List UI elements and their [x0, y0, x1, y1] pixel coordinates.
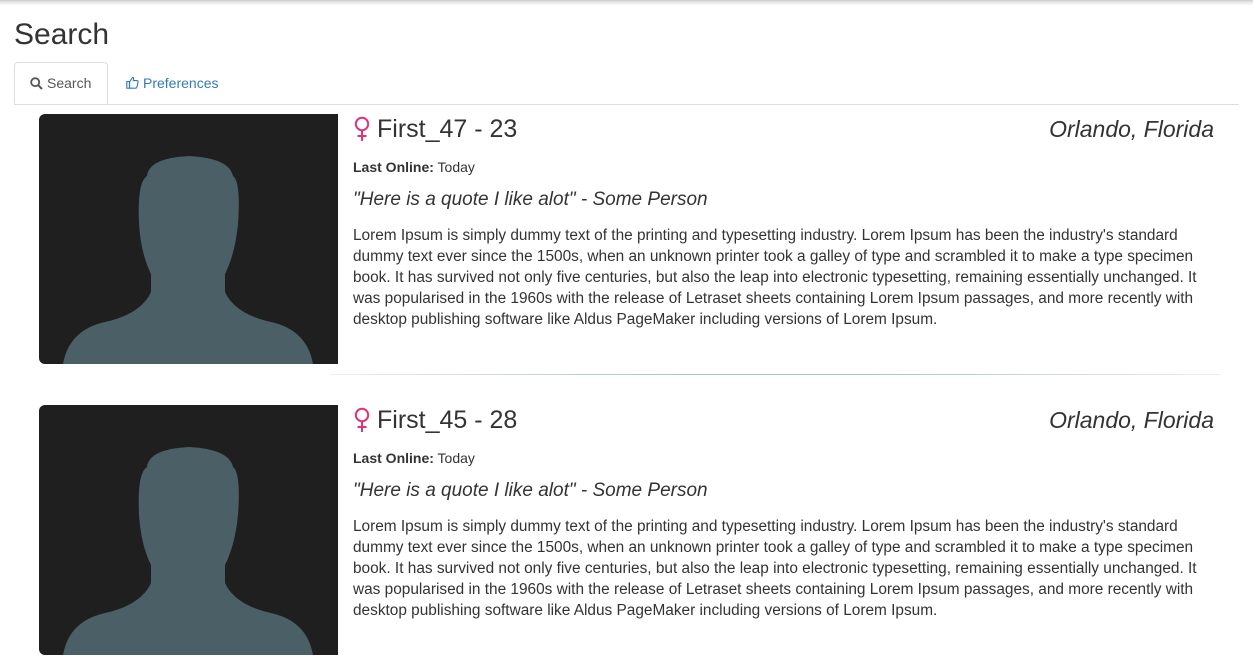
profile-bio: Lorem Ipsum is simply dummy text of the … — [353, 227, 1197, 328]
last-online: Last Online: Today — [353, 159, 475, 175]
tab-search-label: Search — [47, 75, 92, 91]
location: Orlando, Florida — [1049, 116, 1214, 142]
page-title: Search — [14, 18, 110, 51]
result-divider — [330, 374, 1220, 375]
last-online: Last Online: Today — [353, 450, 475, 466]
profile-photo-placeholder[interactable] — [39, 114, 338, 364]
location: Orlando, Florida — [1049, 407, 1214, 433]
name-age-line[interactable]: First_47 - 23 — [353, 114, 517, 144]
female-symbol-icon — [353, 407, 371, 433]
last-online-label: Last Online: — [353, 450, 434, 466]
thumbs-up-icon — [126, 76, 139, 89]
search-icon — [30, 76, 43, 90]
female-symbol-icon — [353, 116, 371, 142]
last-online-label: Last Online: — [353, 159, 434, 175]
tab-preferences-label: Preferences — [143, 74, 219, 91]
result-card: First_45 - 28 Orlando, Florida Last Onli… — [39, 405, 1224, 655]
user-silhouette-icon — [63, 447, 313, 655]
profile-quote: "Here is a quote I like alot" - Some Per… — [353, 189, 708, 210]
name-age-line[interactable]: First_45 - 28 — [353, 405, 517, 435]
profile-photo-placeholder[interactable] — [39, 405, 338, 655]
last-online-value: Today — [437, 159, 475, 175]
profile-bio: Lorem Ipsum is simply dummy text of the … — [353, 518, 1197, 619]
tab-preferences[interactable]: Preferences — [111, 62, 233, 103]
top-shadow — [0, 0, 1253, 6]
name-age: First_47 - 23 — [377, 114, 518, 143]
result-card: First_47 - 23 Orlando, Florida Last Onli… — [39, 114, 1224, 364]
name-age: First_45 - 28 — [377, 405, 518, 434]
tab-search[interactable]: Search — [14, 62, 108, 104]
profile-quote: "Here is a quote I like alot" - Some Per… — [353, 480, 708, 501]
last-online-value: Today — [437, 450, 475, 466]
tab-bar: Search Preferences — [14, 62, 1239, 105]
user-silhouette-icon — [63, 156, 313, 364]
